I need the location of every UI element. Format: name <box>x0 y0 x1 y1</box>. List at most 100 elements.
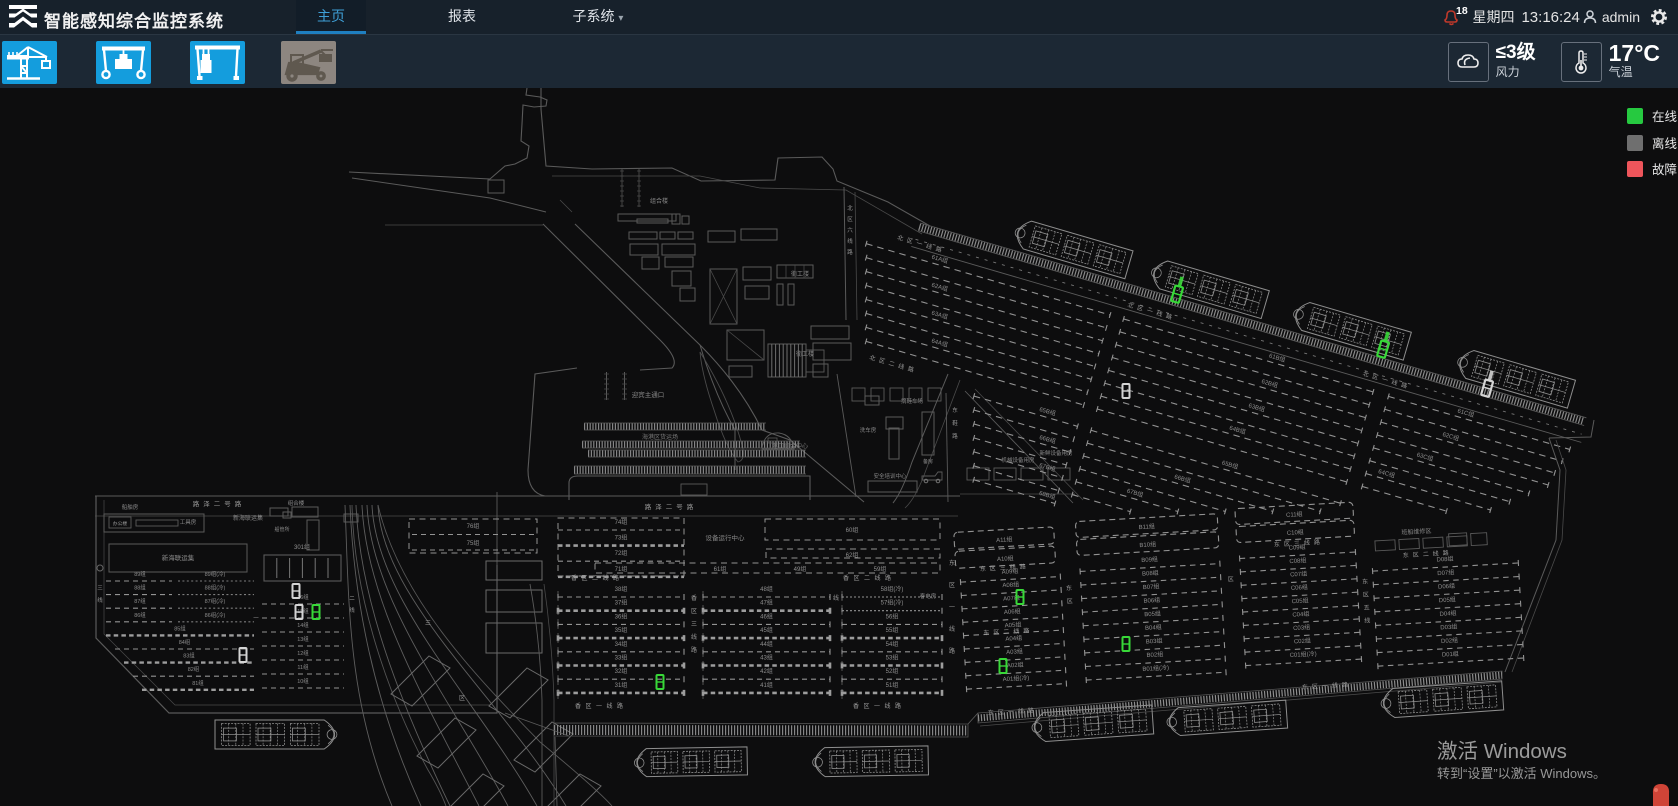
svg-text:三: 三 <box>97 585 103 592</box>
svg-text:线: 线 <box>833 594 839 602</box>
svg-text:船舶房: 船舶房 <box>122 503 139 511</box>
svg-text:新鲜设备用房: 新鲜设备用房 <box>1039 449 1073 457</box>
svg-text:区: 区 <box>990 565 996 572</box>
svg-text:13组: 13组 <box>297 635 309 643</box>
svg-text:路: 路 <box>885 574 891 582</box>
svg-text:机械设备用房: 机械设备用房 <box>1001 456 1035 464</box>
svg-text:衜工楼: 衜工楼 <box>791 270 809 278</box>
svg-text:一: 一 <box>1008 709 1014 715</box>
svg-text:12组: 12组 <box>297 649 309 657</box>
svg-text:46组: 46组 <box>760 612 773 620</box>
svg-text:区: 区 <box>1284 541 1290 548</box>
svg-text:路: 路 <box>691 646 697 654</box>
svg-text:55组: 55组 <box>886 626 899 634</box>
svg-text:线: 线 <box>691 633 697 641</box>
svg-text:49组: 49组 <box>794 565 807 573</box>
svg-text:52组: 52组 <box>886 667 899 675</box>
svg-text:81组: 81组 <box>192 679 204 687</box>
svg-text:42组: 42组 <box>760 667 773 675</box>
svg-text:34组: 34组 <box>615 640 628 648</box>
svg-text:53组: 53组 <box>886 654 899 662</box>
svg-text:61组: 61组 <box>714 565 727 573</box>
svg-text:区: 区 <box>853 575 859 582</box>
svg-text:86组: 86组 <box>134 611 146 619</box>
svg-text:新海联运集: 新海联运集 <box>162 553 195 562</box>
svg-text:船管所: 船管所 <box>274 526 289 533</box>
svg-text:港口综合中心: 港口综合中心 <box>772 442 808 450</box>
svg-text:香: 香 <box>853 702 859 710</box>
svg-text:87组: 87组 <box>134 597 146 605</box>
svg-text:一: 一 <box>949 605 955 611</box>
svg-text:87组(冷): 87组(冷) <box>205 597 226 605</box>
svg-text:14组: 14组 <box>297 621 309 629</box>
svg-text:五: 五 <box>1363 604 1369 611</box>
svg-text:89组(冷): 89组(冷) <box>205 570 226 578</box>
svg-text:84组: 84组 <box>179 638 191 646</box>
svg-text:11组: 11组 <box>297 663 309 671</box>
svg-text:85组: 85组 <box>174 624 186 632</box>
svg-text:路: 路 <box>235 499 242 508</box>
svg-text:18: 18 <box>1456 5 1468 17</box>
svg-text:71组: 71组 <box>615 565 628 573</box>
svg-text:一: 一 <box>874 704 880 710</box>
svg-text:组合楼: 组合楼 <box>650 197 668 205</box>
svg-text:二: 二 <box>349 596 355 602</box>
svg-text:三: 三 <box>425 620 431 627</box>
svg-text:区: 区 <box>1228 576 1234 583</box>
svg-text:东: 东 <box>952 406 958 414</box>
svg-text:58组(冷): 58组(冷) <box>881 585 904 593</box>
svg-text:区: 区 <box>1363 591 1369 598</box>
svg-text:一: 一 <box>1322 684 1328 690</box>
svg-text:六: 六 <box>847 226 853 234</box>
svg-text:路: 路 <box>949 647 955 655</box>
svg-text:区: 区 <box>1067 598 1073 605</box>
svg-text:88组(冷): 88组(冷) <box>205 584 226 592</box>
svg-text:激活 Windows: 激活 Windows <box>1437 740 1567 763</box>
svg-text:线: 线 <box>97 596 103 604</box>
svg-text:33组: 33组 <box>615 654 628 662</box>
svg-text:路: 路 <box>687 502 694 511</box>
svg-text:75组: 75组 <box>467 539 480 547</box>
svg-text:10组: 10组 <box>297 677 309 685</box>
svg-text:一: 一 <box>253 616 259 622</box>
svg-text:迎宾主通口: 迎宾主通口 <box>632 390 665 399</box>
svg-text:48组: 48组 <box>760 585 773 593</box>
svg-text:香: 香 <box>575 702 581 710</box>
svg-text:32组: 32组 <box>615 667 628 675</box>
svg-text:三: 三 <box>1000 565 1006 572</box>
svg-text:路: 路 <box>617 702 623 710</box>
svg-text:二: 二 <box>864 576 870 582</box>
svg-text:区: 区 <box>1413 552 1419 559</box>
svg-text:62组: 62组 <box>846 551 859 559</box>
svg-text:56组: 56组 <box>886 612 899 620</box>
svg-text:在线: 在线 <box>1652 110 1678 124</box>
svg-text:东: 东 <box>949 559 955 567</box>
svg-text:春电房: 春电房 <box>920 592 937 600</box>
svg-text:72组: 72组 <box>615 549 628 557</box>
svg-text:北: 北 <box>847 204 853 212</box>
svg-text:83组: 83组 <box>183 652 195 660</box>
svg-text:洗车房: 洗车房 <box>860 426 877 434</box>
svg-text:54组: 54组 <box>886 640 899 648</box>
svg-text:路: 路 <box>613 574 619 582</box>
svg-text:香: 香 <box>691 594 697 602</box>
svg-text:76组: 76组 <box>467 522 480 530</box>
svg-text:路: 路 <box>645 502 652 511</box>
svg-text:区: 区 <box>691 608 697 615</box>
svg-text:线: 线 <box>847 237 853 245</box>
svg-text:47组: 47组 <box>760 599 773 607</box>
svg-text:区: 区 <box>585 703 591 710</box>
svg-text:线: 线 <box>606 702 612 710</box>
svg-text:二: 二 <box>1423 552 1429 558</box>
svg-text:备房: 备房 <box>923 458 933 465</box>
svg-text:区: 区 <box>459 695 465 702</box>
svg-text:设备运行中心: 设备运行中心 <box>706 533 746 542</box>
svg-text:号: 号 <box>224 500 231 508</box>
svg-text:组合楼: 组合楼 <box>288 499 305 507</box>
svg-text:路: 路 <box>952 432 958 440</box>
svg-text:号: 号 <box>676 503 683 511</box>
svg-text:故障: 故障 <box>1652 162 1677 177</box>
svg-text:转到“设置”以激活 Windows。: 转到“设置”以激活 Windows。 <box>1437 766 1606 781</box>
svg-text:线: 线 <box>884 702 890 710</box>
svg-text:区: 区 <box>581 575 587 582</box>
